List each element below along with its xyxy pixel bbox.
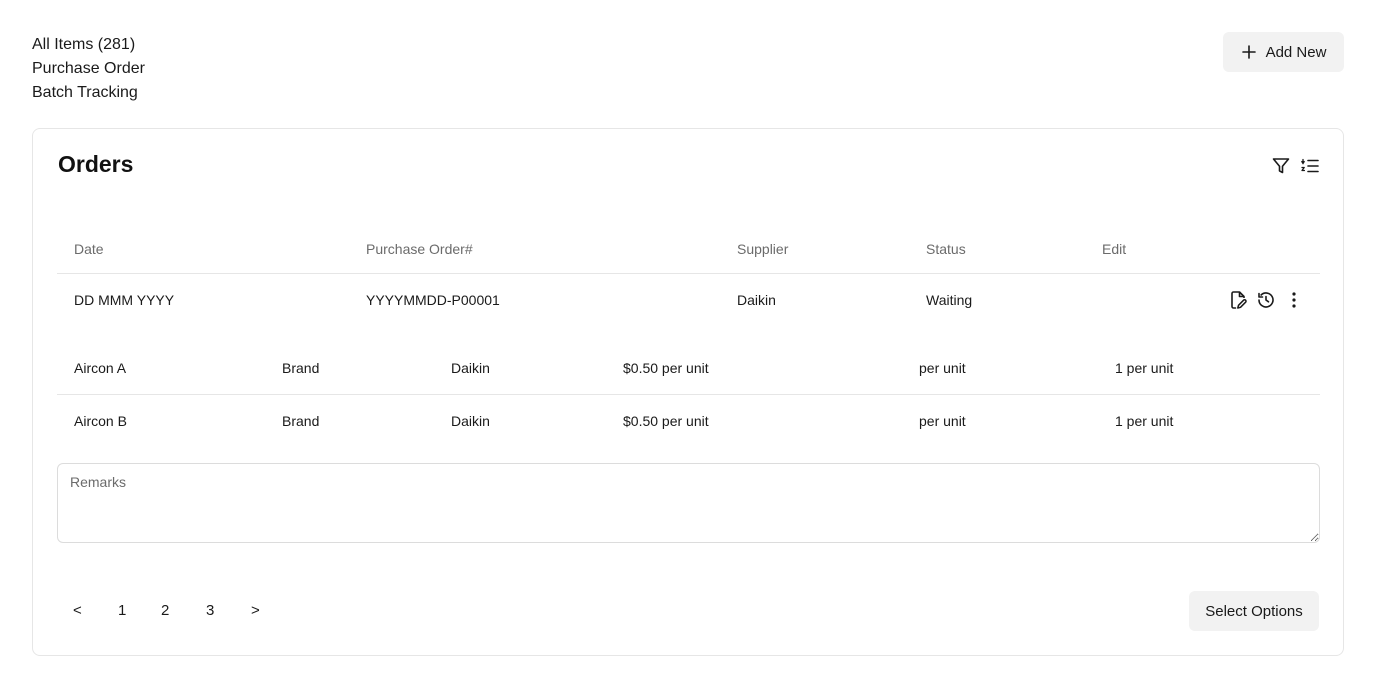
item-brand-label: Brand (282, 413, 320, 429)
order-date: DD MMM YYYY (74, 292, 175, 308)
column-header-purchase-order[interactable]: Purchase Order# (366, 241, 473, 257)
item-name: Aircon B (74, 413, 127, 429)
table-header: Date Purchase Order# Supplier Status Edi… (57, 229, 1320, 274)
list-item: Aircon B Brand Daikin $0.50 per unit per… (57, 395, 1320, 447)
item-brand: Daikin (451, 360, 490, 376)
file-edit-icon[interactable] (1228, 290, 1248, 310)
pagination-page-2[interactable]: 2 (161, 602, 169, 619)
item-brand: Daikin (451, 413, 490, 429)
item-unit: per unit (919, 413, 966, 429)
plus-icon (1241, 44, 1257, 60)
order-po-number: YYYYMMDD-P00001 (366, 292, 500, 308)
item-price: $0.50 per unit (623, 360, 709, 376)
card-title: Orders (58, 151, 134, 177)
item-name: Aircon A (74, 360, 127, 376)
pagination-prev[interactable]: < (73, 602, 82, 619)
pagination-page-1[interactable]: 1 (118, 602, 126, 619)
order-supplier: Daikin (737, 292, 776, 308)
column-header-supplier[interactable]: Supplier (737, 241, 788, 257)
table-row[interactable]: DD MMM YYYY YYYYMMDD-P00001 Daikin Waiti… (57, 274, 1320, 326)
select-options-button[interactable]: Select Options (1189, 591, 1319, 631)
list-item: Aircon A Brand Daikin $0.50 per unit per… (57, 342, 1320, 395)
filter-icon[interactable] (1271, 156, 1291, 176)
nav-item-batch-tracking[interactable]: Batch Tracking (32, 81, 145, 105)
more-vertical-icon[interactable] (1284, 290, 1304, 310)
item-unit: per unit (919, 360, 966, 376)
orders-card: Orders Date Purchase Order# Supplier Sta… (32, 128, 1344, 656)
order-status: Waiting (926, 292, 973, 308)
item-brand-label: Brand (282, 360, 320, 376)
item-qty: 1 per unit (1115, 413, 1174, 429)
add-new-button[interactable]: Add New (1223, 32, 1344, 72)
remarks-textarea[interactable] (57, 463, 1320, 543)
pagination-page-3[interactable]: 3 (206, 602, 214, 619)
item-price: $0.50 per unit (623, 413, 709, 429)
add-new-label: Add New (1265, 43, 1327, 61)
nav-item-all-items[interactable]: All Items (281) (32, 33, 145, 57)
column-header-status[interactable]: Status (926, 241, 966, 257)
column-header-date[interactable]: Date (74, 241, 104, 257)
column-header-edit: Edit (1102, 241, 1127, 257)
history-icon[interactable] (1256, 290, 1276, 310)
nav-item-purchase-order[interactable]: Purchase Order (32, 57, 145, 81)
pagination-next[interactable]: > (251, 602, 260, 619)
sort-list-icon[interactable] (1300, 156, 1320, 176)
view-nav: All Items (281) Purchase Order Batch Tra… (32, 33, 145, 105)
item-qty: 1 per unit (1115, 360, 1174, 376)
